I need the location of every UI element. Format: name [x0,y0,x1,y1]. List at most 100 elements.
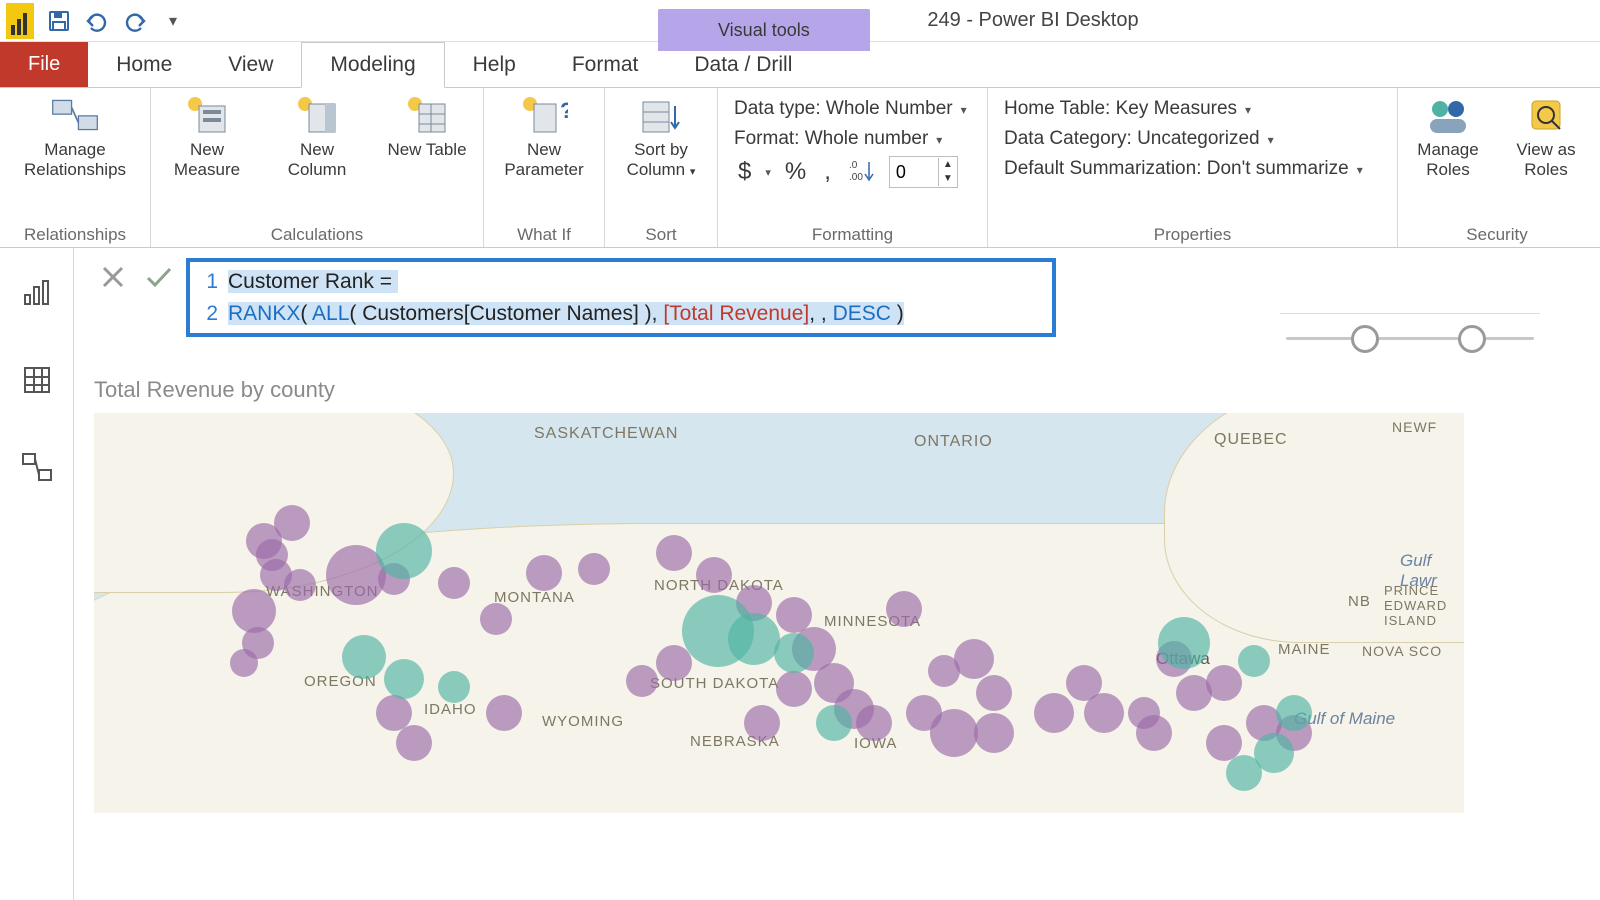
decimals-icon: .0.00 [845,158,879,187]
currency-button[interactable]: $ [734,158,755,186]
new-table-button[interactable]: New Table [381,94,473,160]
data-bubble[interactable] [438,671,470,703]
data-bubble[interactable] [284,569,316,601]
tab-help[interactable]: Help [445,42,544,87]
data-bubble[interactable] [376,523,432,579]
save-icon[interactable] [46,8,72,34]
report-view-icon[interactable] [17,272,57,312]
data-bubble[interactable] [656,645,692,681]
tab-view[interactable]: View [200,42,301,87]
new-parameter-icon: ? [520,94,568,136]
view-as-roles-icon [1522,94,1570,136]
data-view-icon[interactable] [17,360,57,400]
title-bar: ▾ Visual tools 249 - Power BI Desktop [0,0,1600,42]
group-label-properties: Properties [998,221,1387,245]
default-summarization-dropdown[interactable]: Default Summarization: Don't summarize [998,154,1387,184]
format-dropdown[interactable]: Format: Whole number [728,124,977,154]
state-label: MONTANA [494,589,575,606]
group-label-calculations: Calculations [161,221,473,245]
redo-icon[interactable] [122,8,148,34]
data-bubble[interactable] [656,535,692,571]
range-slicer[interactable] [1280,313,1540,363]
data-bubble[interactable] [480,603,512,635]
data-bubble[interactable] [856,705,892,741]
data-bubble[interactable] [384,659,424,699]
line-number: 2 [198,298,218,330]
data-bubble[interactable] [230,649,258,677]
report-canvas[interactable]: 1 Customer Rank = 2 RANKX( ALL( Customer… [74,248,1600,900]
svg-text:.0: .0 [849,160,858,171]
new-column-label: New Column [271,140,363,179]
data-bubble[interactable] [626,665,658,697]
thousands-sep-button[interactable]: , [820,158,835,186]
data-bubble[interactable] [526,555,562,591]
new-parameter-button[interactable]: ? New Parameter [494,94,594,179]
home-table-dropdown[interactable]: Home Table: Key Measures [998,94,1387,124]
data-bubble[interactable] [1276,695,1312,731]
group-formatting: Data type: Whole Number Format: Whole nu… [718,88,988,247]
data-bubble[interactable] [342,635,386,679]
data-category-dropdown[interactable]: Data Category: Uncategorized [998,124,1387,154]
slider-handle-max[interactable] [1458,325,1486,353]
new-column-button[interactable]: New Column [271,94,363,179]
data-bubble[interactable] [274,505,310,541]
svg-text:?: ? [560,98,568,123]
map-visual[interactable]: Total Revenue by county SASKATCHEWAN ONT… [94,377,1600,813]
tab-file[interactable]: File [0,42,88,87]
slider-handle-min[interactable] [1351,325,1379,353]
map-area[interactable]: SASKATCHEWAN ONTARIO QUEBEC WASHINGTON M… [94,413,1464,813]
data-bubble[interactable] [1226,755,1262,791]
document-title: 249 - Power BI Desktop [927,9,1138,32]
data-bubble[interactable] [744,705,780,741]
line-number: 1 [198,266,218,298]
region-label: ONTARIO [914,433,993,451]
data-bubble[interactable] [1136,715,1172,751]
map-title: Total Revenue by county [94,377,1600,403]
data-bubble[interactable] [776,671,812,707]
decimals-down-icon[interactable]: ▼ [939,172,957,186]
data-bubble[interactable] [886,591,922,627]
data-bubble[interactable] [1084,693,1124,733]
data-bubble[interactable] [396,725,432,761]
data-bubble[interactable] [976,675,1012,711]
formula-cancel-icon[interactable] [94,258,132,296]
data-bubble[interactable] [1206,665,1242,701]
percent-button[interactable]: % [781,158,810,186]
formula-editor[interactable]: 1 Customer Rank = 2 RANKX( ALL( Customer… [186,258,1056,337]
contextual-tab-visual-tools[interactable]: Visual tools [658,9,870,51]
data-bubble[interactable] [1034,693,1074,733]
manage-roles-icon [1424,94,1472,136]
decimals-stepper[interactable]: ▲▼ [889,156,958,188]
decimals-up-icon[interactable]: ▲ [939,158,957,172]
data-type-dropdown[interactable]: Data type: Whole Number [728,94,977,124]
relationships-icon [51,94,99,136]
data-bubble[interactable] [954,639,994,679]
data-bubble[interactable] [578,553,610,585]
data-bubble[interactable] [1158,617,1210,669]
data-bubble[interactable] [438,567,470,599]
tab-format[interactable]: Format [544,42,667,87]
group-whatif: ? New Parameter What If [484,88,605,247]
undo-icon[interactable] [84,8,110,34]
data-bubble[interactable] [816,705,852,741]
data-bubble[interactable] [486,695,522,731]
manage-roles-button[interactable]: Manage Roles [1408,94,1488,179]
manage-relationships-button[interactable]: Manage Relationships [10,94,140,179]
data-bubble[interactable] [696,557,732,593]
new-measure-button[interactable]: New Measure [161,94,253,179]
view-as-roles-button[interactable]: View as Roles [1506,94,1586,179]
model-view-icon[interactable] [17,448,57,488]
tab-modeling[interactable]: Modeling [301,42,444,88]
sort-icon [637,94,685,136]
sort-by-column-button[interactable]: Sort by Column ▾ [615,94,707,179]
decimals-input[interactable] [890,162,938,183]
data-bubble[interactable] [930,709,978,757]
tab-home[interactable]: Home [88,42,200,87]
formula-accept-icon[interactable] [140,258,178,296]
data-bubble[interactable] [1238,645,1270,677]
currency-dropdown-icon[interactable]: ▾ [765,166,771,179]
qat-customize-icon[interactable]: ▾ [160,8,186,34]
data-bubble[interactable] [774,633,814,673]
data-bubble[interactable] [974,713,1014,753]
data-bubble[interactable] [728,613,780,665]
